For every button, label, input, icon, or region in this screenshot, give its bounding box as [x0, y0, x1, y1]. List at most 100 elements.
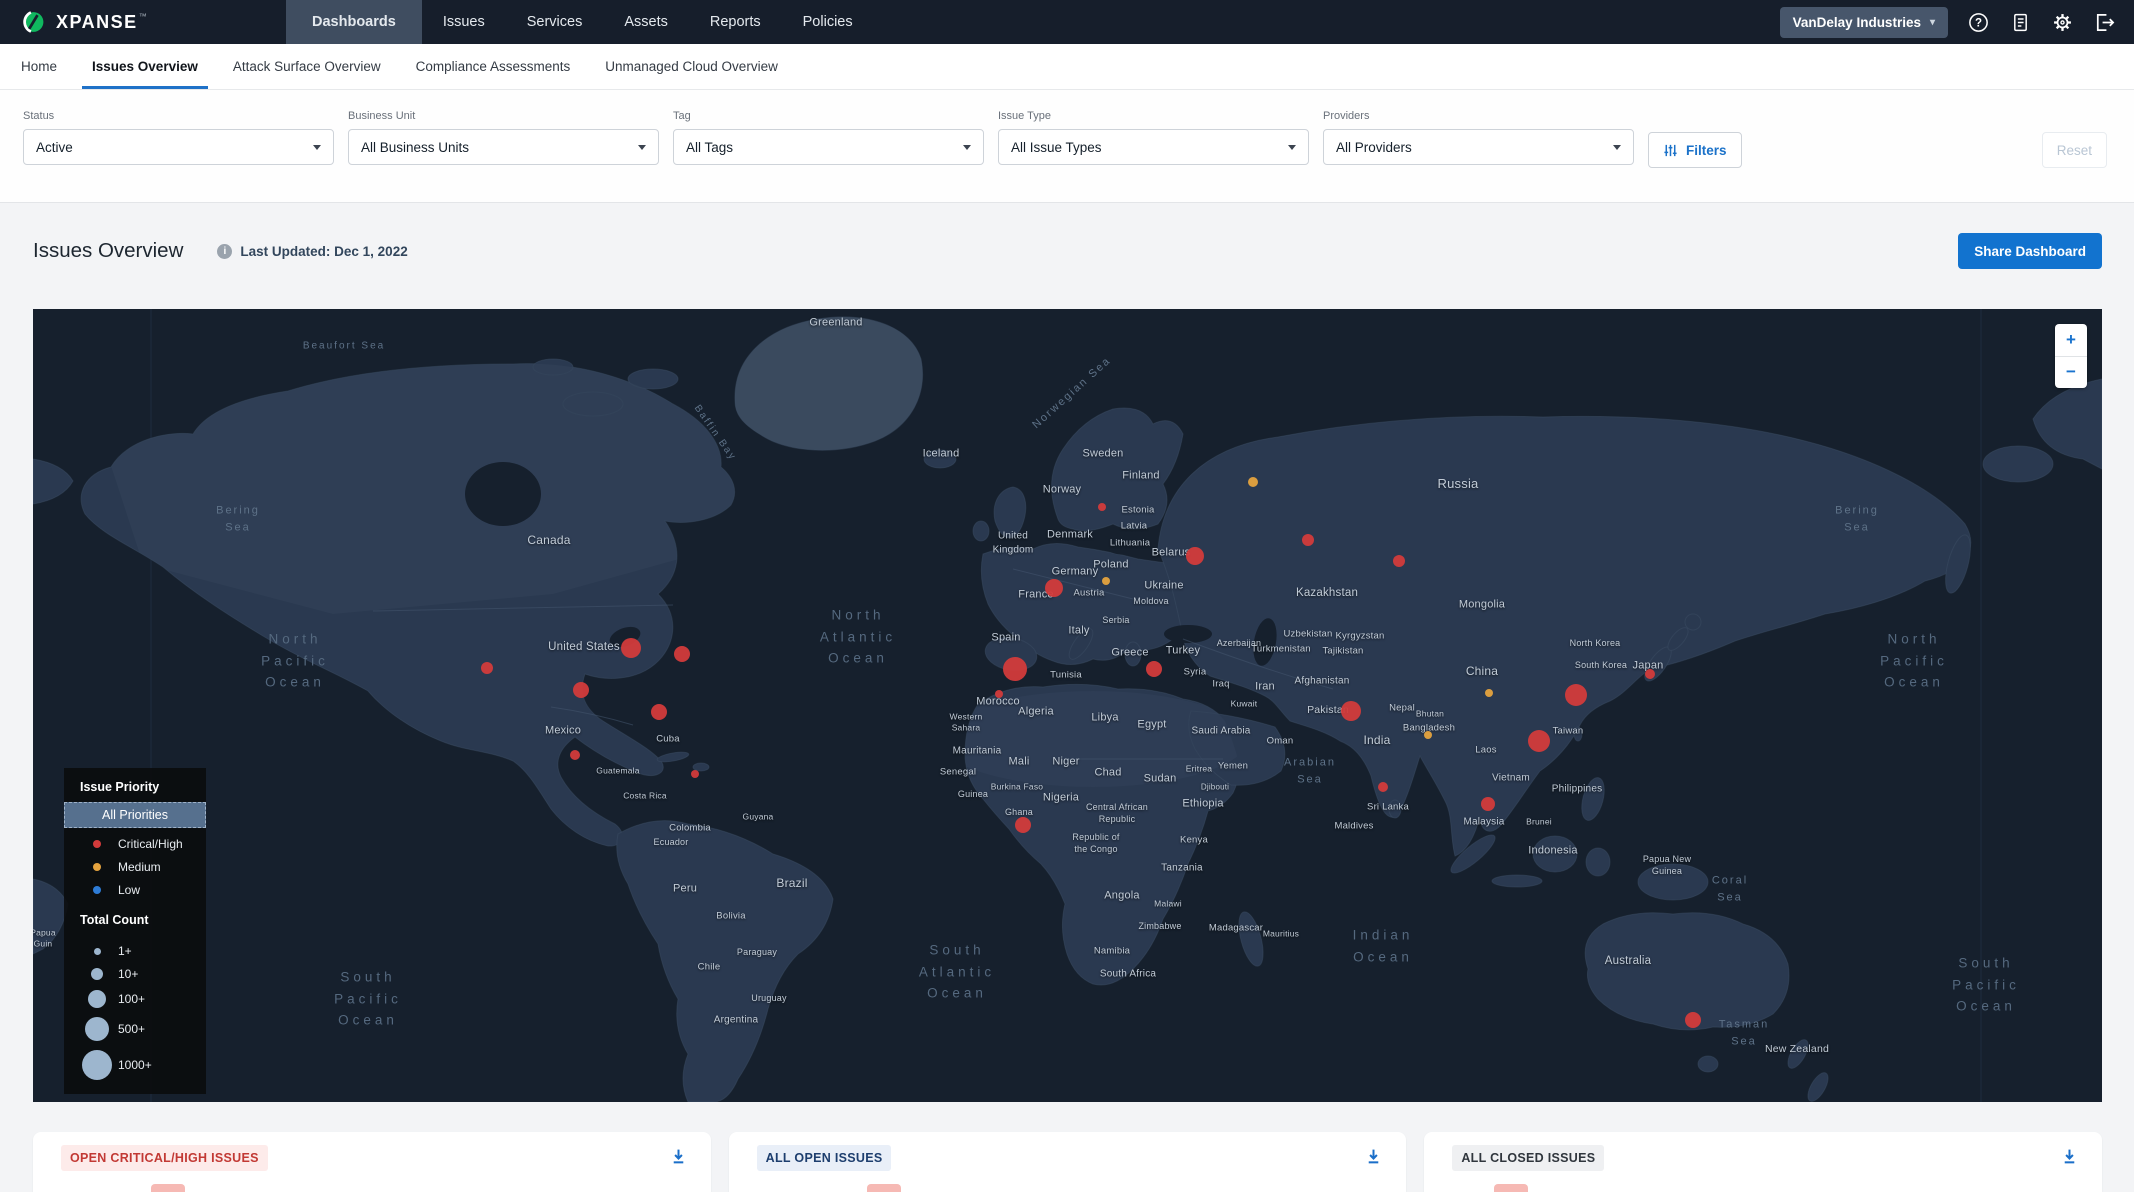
- issue-marker[interactable]: [481, 662, 493, 674]
- issue-marker[interactable]: [1424, 731, 1432, 739]
- issue-marker[interactable]: [1481, 797, 1495, 811]
- filter-business-unit: Business Unit All Business Units: [348, 110, 659, 165]
- business-unit-select[interactable]: All Business Units: [348, 129, 659, 165]
- issue-marker[interactable]: [1565, 684, 1587, 706]
- xpanse-logo-icon: [20, 9, 46, 35]
- providers-value: All Providers: [1336, 140, 1412, 155]
- filter-label: Status: [23, 110, 334, 122]
- issue-marker[interactable]: [1485, 689, 1493, 697]
- issue-marker[interactable]: [570, 750, 580, 760]
- issue-marker[interactable]: [1341, 701, 1361, 721]
- status-value: Active: [36, 140, 73, 155]
- legend-title: Issue Priority: [64, 768, 206, 802]
- page-title: Issues Overview: [33, 239, 183, 263]
- legend-priority-low[interactable]: Low: [64, 883, 206, 897]
- topbar-nav-reports[interactable]: Reports: [689, 0, 782, 44]
- legend-label: Critical/High: [118, 837, 183, 851]
- legend-label: Low: [118, 883, 140, 897]
- issue-marker[interactable]: [1645, 669, 1655, 679]
- legend-count-500-: 500+: [64, 1017, 206, 1041]
- legend-counts: 1+ 10+ 100+ 500+ 1000+: [64, 944, 206, 1080]
- card-title-badge: OPEN CRITICAL/HIGH ISSUES: [61, 1145, 268, 1171]
- legend-label: 100+: [118, 992, 145, 1006]
- issue-marker[interactable]: [995, 690, 1003, 698]
- issue-marker[interactable]: [573, 682, 589, 698]
- account-menu-button[interactable]: VanDelay Industries ▾: [1780, 7, 1948, 38]
- info-icon[interactable]: i: [217, 244, 232, 259]
- last-updated: i Last Updated: Dec 1, 2022: [217, 244, 407, 259]
- logout-icon[interactable]: [2092, 10, 2116, 34]
- issue-marker[interactable]: [1146, 661, 1162, 677]
- tag-value: All Tags: [686, 140, 733, 155]
- priority-dot-icon: [93, 840, 101, 848]
- filters-button[interactable]: Filters: [1648, 132, 1742, 168]
- app-root: XPANSE™ DashboardsIssuesServicesAssetsRe…: [0, 0, 2134, 1192]
- legend-label: 500+: [118, 1022, 145, 1036]
- issue-marker[interactable]: [1015, 817, 1031, 833]
- issue-marker[interactable]: [651, 704, 667, 720]
- issue-marker[interactable]: [1302, 534, 1314, 546]
- download-icon[interactable]: [1365, 1148, 1382, 1170]
- help-icon[interactable]: ?: [1966, 10, 1990, 34]
- reset-button[interactable]: Reset: [2042, 132, 2107, 168]
- legend-count-title: Total Count: [64, 897, 206, 935]
- tab-attack-surface-overview[interactable]: Attack Surface Overview: [231, 44, 383, 89]
- issue-type-select[interactable]: All Issue Types: [998, 129, 1309, 165]
- issue-marker[interactable]: [1378, 782, 1388, 792]
- priority-dot-icon: [93, 863, 101, 871]
- issue-marker[interactable]: [1102, 577, 1110, 585]
- legend-count-10-: 10+: [64, 967, 206, 981]
- issue-marker[interactable]: [1393, 555, 1405, 567]
- issue-marker[interactable]: [1045, 579, 1063, 597]
- topbar-nav-policies[interactable]: Policies: [782, 0, 874, 44]
- legend-count-1-: 1+: [64, 944, 206, 958]
- topbar-nav-assets[interactable]: Assets: [603, 0, 689, 44]
- issue-marker[interactable]: [621, 638, 641, 658]
- legend-label: Medium: [118, 860, 161, 874]
- tab-compliance-assessments[interactable]: Compliance Assessments: [414, 44, 573, 89]
- release-notes-icon[interactable]: [2008, 10, 2032, 34]
- business-unit-value: All Business Units: [361, 140, 469, 155]
- issue-marker[interactable]: [1248, 477, 1258, 487]
- filter-label: Business Unit: [348, 110, 659, 122]
- account-name: VanDelay Industries: [1793, 15, 1921, 30]
- legend-priority-critical-high[interactable]: Critical/High: [64, 837, 206, 851]
- zoom-in-button[interactable]: +: [2055, 324, 2087, 357]
- status-select[interactable]: Active: [23, 129, 334, 165]
- tab-issues-overview[interactable]: Issues Overview: [90, 44, 200, 89]
- map-zoom-control: + −: [2055, 324, 2087, 388]
- tab-home[interactable]: Home: [19, 44, 59, 89]
- settings-icon[interactable]: [2050, 10, 2074, 34]
- topbar-nav-issues[interactable]: Issues: [422, 0, 506, 44]
- zoom-out-button[interactable]: −: [2055, 357, 2087, 389]
- issue-marker[interactable]: [1685, 1012, 1701, 1028]
- world-map[interactable]: GreenlandIcelandNorwaySwedenFinlandEston…: [33, 309, 2102, 1102]
- count-dot-icon: [91, 968, 103, 980]
- providers-select[interactable]: All Providers: [1323, 129, 1634, 165]
- share-dashboard-button[interactable]: Share Dashboard: [1958, 233, 2102, 269]
- issue-marker[interactable]: [1528, 730, 1550, 752]
- card-title-badge: ALL CLOSED ISSUES: [1452, 1145, 1604, 1171]
- issue-marker[interactable]: [1098, 503, 1106, 511]
- count-dot-icon: [88, 990, 106, 1008]
- filter-label: Tag: [673, 110, 984, 122]
- legend-count-1000-: 1000+: [64, 1050, 206, 1080]
- legend-all-priorities-option[interactable]: All Priorities: [64, 802, 206, 828]
- issue-marker[interactable]: [674, 646, 690, 662]
- legend-priority-medium[interactable]: Medium: [64, 860, 206, 874]
- tag-select[interactable]: All Tags: [673, 129, 984, 165]
- topbar: XPANSE™ DashboardsIssuesServicesAssetsRe…: [0, 0, 2134, 44]
- chevron-down-icon: [638, 145, 646, 150]
- topbar-nav-services[interactable]: Services: [506, 0, 604, 44]
- issue-markers-layer: [33, 309, 2102, 1102]
- topbar-nav-dashboards[interactable]: Dashboards: [286, 0, 422, 44]
- tab-unmanaged-cloud-overview[interactable]: Unmanaged Cloud Overview: [603, 44, 780, 89]
- filter-status: Status Active: [23, 110, 334, 165]
- download-icon[interactable]: [2061, 1148, 2078, 1170]
- issue-marker[interactable]: [1003, 657, 1027, 681]
- issue-marker[interactable]: [691, 770, 699, 778]
- last-updated-text: Last Updated: Dec 1, 2022: [240, 244, 407, 259]
- chevron-down-icon: [963, 145, 971, 150]
- download-icon[interactable]: [670, 1148, 687, 1170]
- issue-marker[interactable]: [1186, 547, 1204, 565]
